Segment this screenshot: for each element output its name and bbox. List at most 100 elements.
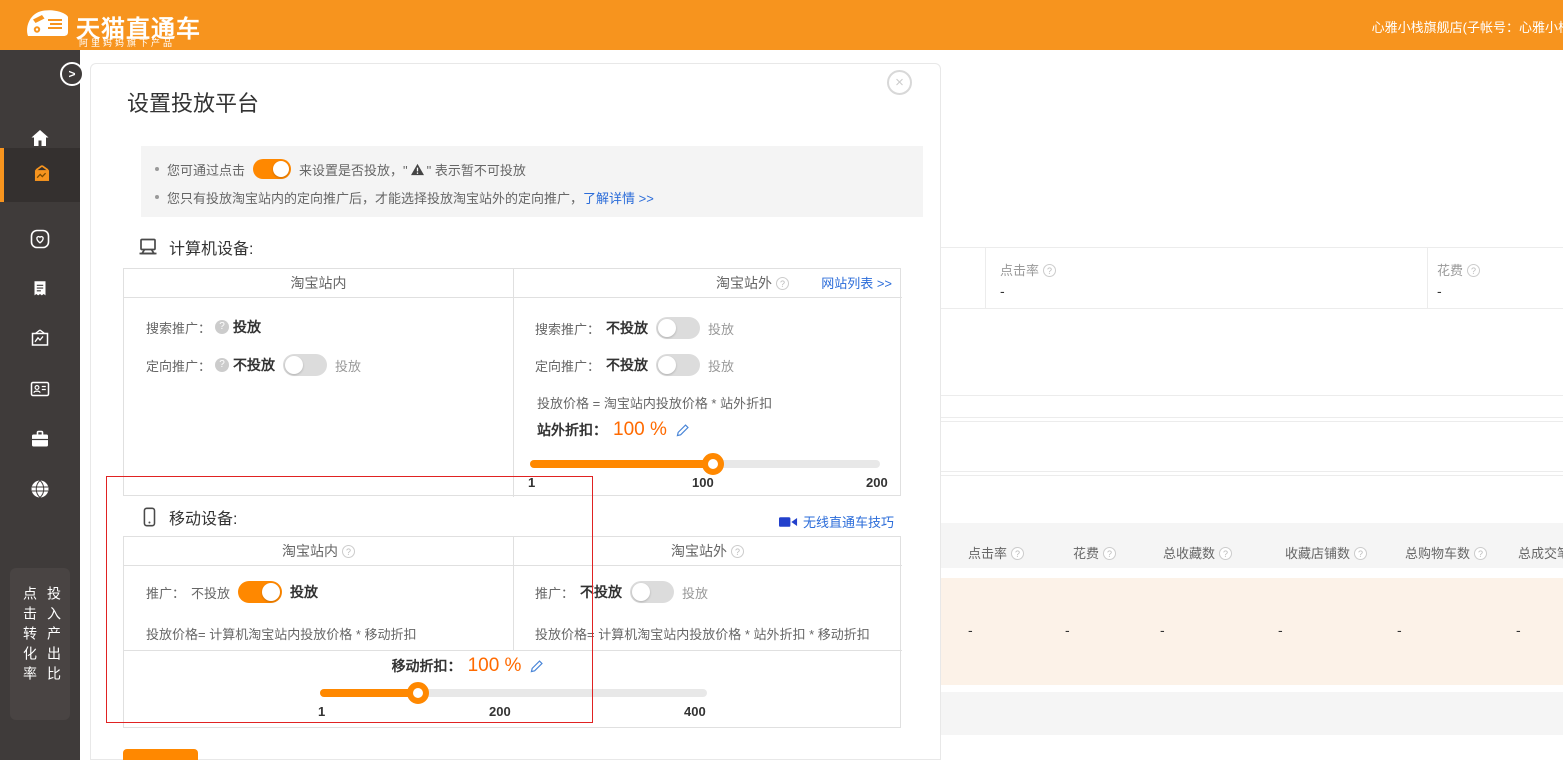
computer-offsite-search-toggle[interactable] (656, 317, 700, 339)
divider (941, 247, 1563, 248)
sidebar-item-reports[interactable] (0, 264, 80, 314)
toggle-knob (273, 161, 289, 177)
topbar: 天猫直通车 阿里妈妈旗下产品 心雅小栈旗舰店(子帐号：心雅小栈 (0, 0, 1563, 50)
help-icon[interactable]: ? (215, 320, 229, 334)
bg-cell: - (1065, 622, 1070, 638)
help-icon[interactable]: ? (1103, 547, 1116, 560)
divider (941, 471, 1563, 472)
help-icon[interactable]: ? (1011, 547, 1024, 560)
help-icon[interactable]: ? (1474, 547, 1487, 560)
divider (941, 395, 1563, 396)
bg-cell: - (1397, 622, 1402, 638)
slider-knob[interactable] (407, 682, 429, 704)
help-icon[interactable]: ? (731, 545, 744, 558)
logo-subtitle: 阿里妈妈旗下产品 (79, 36, 175, 49)
campaign-icon (29, 162, 55, 188)
stat-clickrate-label: 点击率? (1000, 260, 1056, 279)
bg-col-deals: 总成交笔 (1518, 543, 1563, 562)
screen: 点击率? - 花费? - 点击率? 花费? 总收藏数? 收藏店铺数? 总购物车数… (0, 0, 1563, 760)
sidebar: 点击转化率 投入产出比 > (0, 50, 80, 760)
account-name[interactable]: 心雅小栈旗舰店(子帐号：心雅小栈 (1372, 17, 1563, 36)
sidebar-item-favorites[interactable] (0, 214, 80, 264)
receipt-icon (29, 277, 51, 301)
mobile-offsite-promo-toggle[interactable] (630, 581, 674, 603)
offsite-discount-label: 站外折扣： (537, 420, 607, 440)
computer-onsite-target-row: 定向推广： ? 不投放 投放 (146, 354, 361, 376)
slider-tick-max: 400 (684, 704, 706, 719)
mobile-offsite-formula: 投放价格= 计算机淘宝站内投放价格 * 站外折扣 * 移动折扣 (535, 624, 870, 643)
divider (124, 650, 902, 651)
slider-tick-max: 200 (866, 475, 888, 490)
site-list-link[interactable]: 网站列表 >> (821, 269, 892, 298)
help-icon[interactable]: ? (1219, 547, 1232, 560)
toggle-knob (262, 583, 280, 601)
stat-cost-label: 花费? (1437, 260, 1480, 279)
target-promo-label: 定向推广： (146, 356, 211, 375)
close-button[interactable]: × (887, 70, 912, 95)
bg-table-footer-row (941, 692, 1563, 735)
slider-knob[interactable] (702, 453, 724, 475)
bg-cell: - (1160, 622, 1165, 638)
mobile-section-header: 移动设备: (138, 505, 237, 529)
sidebar-item-apps[interactable] (0, 464, 80, 514)
notice-text: 您只有投放淘宝站内的定向推广后，才能选择投放淘宝站外的定向推广， (167, 188, 583, 207)
computer-offsite-target-toggle[interactable] (656, 354, 700, 376)
computer-section-title: 计算机设备: (169, 235, 253, 259)
computer-offsite-search-row: 搜索推广： 不投放 投放 (535, 317, 734, 339)
id-card-icon (28, 377, 52, 401)
toggle-knob (285, 356, 303, 374)
slider-tick-min: 1 (528, 475, 535, 490)
expand-sidebar-button[interactable]: > (60, 62, 84, 86)
notice-text: 来设置是否投放，" (299, 160, 408, 179)
sidebar-item-tools[interactable] (0, 414, 80, 464)
help-icon[interactable]: ? (342, 545, 355, 558)
mobile-table: 淘宝站内? 淘宝站外? 推广： 不投放 投放 投放价格= 计算机淘宝站内投放价格… (123, 536, 901, 728)
notice-text: 您可通过点击 (167, 160, 245, 179)
edit-icon[interactable] (529, 659, 544, 674)
state-on: 投放 (290, 582, 318, 602)
chevron-right-icon: > (68, 67, 75, 81)
mobile-section-title: 移动设备: (169, 505, 237, 529)
divider (513, 269, 514, 497)
computer-onsite-target-toggle[interactable] (283, 354, 327, 376)
mobile-discount-slider[interactable] (320, 689, 707, 697)
target-promo-label: 定向推广： (535, 356, 600, 375)
state-off: 不投放 (233, 355, 275, 375)
sidebar-item-creative[interactable] (0, 314, 80, 364)
search-promo-label: 搜索推广： (535, 319, 600, 338)
state-on: 投放 (682, 583, 708, 602)
state-on: 投放 (708, 356, 734, 375)
help-icon[interactable]: ? (1043, 264, 1056, 277)
computer-offsite-target-row: 定向推广： 不投放 投放 (535, 354, 734, 376)
divider (941, 308, 1563, 309)
toggle-knob (658, 356, 676, 374)
metric-roi: 投入产出比 (44, 586, 64, 686)
mobile-onsite-promo-row: 推广： 不投放 投放 (146, 581, 318, 603)
divider (1427, 247, 1428, 308)
help-icon[interactable]: ? (776, 277, 789, 290)
mobile-onsite-header: 淘宝站内? (124, 537, 513, 566)
state-on: 投放 (233, 317, 261, 337)
sidebar-item-campaign[interactable] (0, 148, 80, 202)
help-icon[interactable]: ? (215, 358, 229, 372)
computer-offsite-header: 淘宝站外? 网站列表 >> (513, 269, 902, 298)
notice-box: 您可通过点击 来设置是否投放，" " 表示暂不可投放 您只有投放淘宝站内的定向推… (141, 146, 923, 217)
warning-icon (410, 163, 425, 176)
confirm-button[interactable] (123, 749, 198, 760)
help-icon[interactable]: ? (1354, 547, 1367, 560)
learn-more-link[interactable]: 了解详情 >> (583, 188, 654, 207)
wireless-tips-link[interactable]: 无线直通车技巧 (803, 512, 894, 531)
notice-line-2: 您只有投放淘宝站内的定向推广后，才能选择投放淘宝站外的定向推广， 了解详情 >> (155, 185, 923, 209)
offsite-price-formula: 投放价格 = 淘宝站内投放价格 * 站外折扣 (537, 393, 772, 412)
briefcase-icon (28, 427, 52, 451)
mobile-onsite-promo-toggle[interactable] (238, 581, 282, 603)
bullet-icon (155, 167, 159, 171)
state-on: 投放 (708, 319, 734, 338)
sphere-icon (28, 477, 52, 501)
divider (941, 417, 1563, 418)
edit-icon[interactable] (675, 423, 690, 438)
state-off: 不投放 (191, 583, 230, 602)
help-icon[interactable]: ? (1467, 264, 1480, 277)
offsite-discount-slider[interactable] (530, 460, 880, 468)
sidebar-item-account[interactable] (0, 364, 80, 414)
